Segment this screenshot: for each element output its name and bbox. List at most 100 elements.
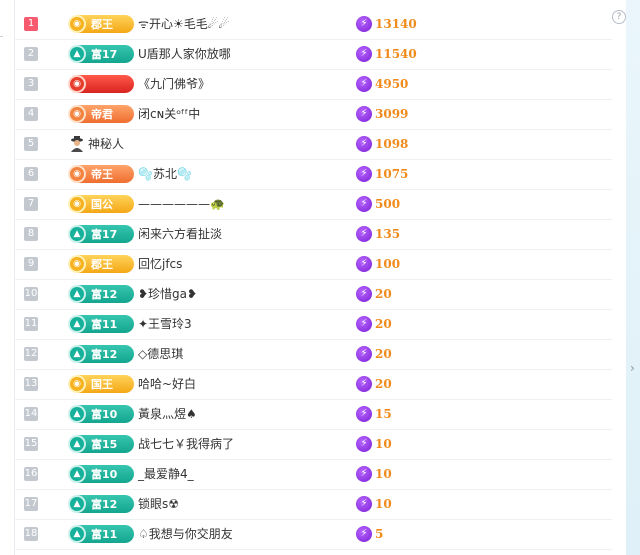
- score-value: 10: [375, 467, 392, 481]
- triangle-level-icon: ▲: [68, 405, 86, 423]
- leaderboard-row[interactable]: 6 ◉ 帝王 🫧苏北🫧 ⚡ 1075: [14, 159, 612, 190]
- help-icon[interactable]: ?: [612, 10, 626, 24]
- level-badge: ▲ 富11: [68, 315, 134, 333]
- level-badge: ▲ 富10: [68, 465, 134, 483]
- crown-level-icon: ◉: [68, 255, 86, 273]
- score-value: 13140: [375, 17, 417, 31]
- leaderboard-row[interactable]: 2 ▲ 富17 U盾那人家你放哪 ⚡ 11540: [14, 39, 612, 70]
- chevron-right-icon[interactable]: ›: [630, 362, 638, 374]
- triangle-level-icon: ▲: [68, 315, 86, 333]
- badge-label: 富12: [91, 288, 118, 301]
- badge-label: 富12: [91, 498, 118, 511]
- bolt-icon: ⚡: [356, 46, 372, 62]
- leaderboard-row[interactable]: 15 ▲ 富15 战七七￥我得病了 ⚡ 10: [14, 429, 612, 460]
- leaderboard-row[interactable]: 7 ◉ 国公 ——————🐢 ⚡ 500: [14, 189, 612, 220]
- badge-label: 帝君: [91, 108, 113, 121]
- crown-level-icon: ◉: [68, 75, 86, 93]
- crown-level-icon: ◉: [68, 195, 86, 213]
- user-name[interactable]: 锁眼s☢: [138, 489, 179, 519]
- badge-label: 富17: [91, 48, 118, 61]
- user-name[interactable]: 闭ᴄɴ关ᵒᶠᶠ中: [138, 99, 200, 129]
- badge-label: 国王: [91, 378, 113, 391]
- score: ⚡ 500: [356, 189, 400, 219]
- leaderboard-row[interactable]: 14 ▲ 富10 黃泉灬煜♠ ⚡ 15: [14, 399, 612, 430]
- leaderboard-row[interactable]: 18 ▲ 富11 ♤我想与你交朋友 ⚡ 5: [14, 519, 612, 550]
- rank-number: 14: [24, 407, 38, 421]
- user-name[interactable]: 闲来六方看扯淡: [138, 219, 222, 249]
- triangle-level-icon: ▲: [68, 345, 86, 363]
- score-value: 4950: [375, 77, 409, 91]
- bolt-icon: ⚡: [356, 316, 372, 332]
- rank-number: 11: [24, 317, 38, 331]
- score-value: 11540: [375, 47, 417, 61]
- score-value: 20: [375, 347, 392, 361]
- badge-label: 富10: [91, 408, 118, 421]
- bolt-icon: ⚡: [356, 286, 372, 302]
- rank-number: 10: [24, 287, 38, 301]
- score-value: 5: [375, 527, 384, 541]
- score: ⚡ 20: [356, 369, 392, 399]
- leaderboard-row[interactable]: 5 神秘人 ⚡ 1098: [14, 129, 612, 160]
- score-value: 500: [375, 197, 401, 211]
- right-rail: [626, 0, 640, 555]
- user-name[interactable]: U盾那人家你放哪: [138, 39, 231, 69]
- score: ⚡ 15: [356, 399, 392, 429]
- user-name[interactable]: 回忆jfcs: [138, 249, 182, 279]
- rank-number: 15: [24, 437, 38, 451]
- triangle-level-icon: ▲: [68, 225, 86, 243]
- score: ⚡ 10: [356, 429, 392, 459]
- score-value: 1075: [375, 167, 409, 181]
- user-name[interactable]: ᯤ开心☀毛毛☄☄: [138, 9, 229, 39]
- user-name[interactable]: _最爱静4_: [138, 459, 194, 489]
- leaderboard-row[interactable]: 1 ◉ 郡王 ᯤ开心☀毛毛☄☄ ⚡ 13140: [14, 9, 612, 40]
- leaderboard-row[interactable]: 4 ◉ 帝君 闭ᴄɴ关ᵒᶠᶠ中 ⚡ 3099: [14, 99, 612, 130]
- score: ⚡ 20: [356, 309, 392, 339]
- leaderboard-row[interactable]: 12 ▲ 富12 ◇德思琪 ⚡ 20: [14, 339, 612, 370]
- user-name[interactable]: 神秘人: [88, 129, 124, 159]
- level-badge: ▲ 富12: [68, 345, 134, 363]
- leaderboard-row[interactable]: 13 ◉ 国王 哈哈~好白 ⚡ 20: [14, 369, 612, 400]
- level-badge: ◉ 郡王: [68, 255, 134, 273]
- leaderboard-row[interactable]: 17 ▲ 富12 锁眼s☢ ⚡ 10: [14, 489, 612, 520]
- user-name[interactable]: 哈哈~好白: [138, 369, 196, 399]
- user-name[interactable]: ✦王雪玲3: [138, 309, 192, 339]
- user-name[interactable]: ——————🐢: [138, 189, 225, 219]
- level-badge: ◉: [68, 75, 134, 93]
- rank-number: 16: [24, 467, 38, 481]
- leaderboard-row[interactable]: 3 ◉ 《九门佛爷》 ⚡ 4950: [14, 69, 612, 100]
- user-name[interactable]: 战七七￥我得病了: [138, 429, 234, 459]
- leaderboard-row[interactable]: 8 ▲ 富17 闲来六方看扯淡 ⚡ 135: [14, 219, 612, 250]
- triangle-level-icon: ▲: [68, 45, 86, 63]
- score-value: 135: [375, 227, 401, 241]
- user-name[interactable]: 黃泉灬煜♠: [138, 399, 197, 429]
- user-name[interactable]: ❥珍惜ga❥: [138, 279, 197, 309]
- leaderboard-row[interactable]: 9 ◉ 郡王 回忆jfcs ⚡ 100: [14, 249, 612, 280]
- bolt-icon: ⚡: [356, 526, 372, 542]
- rank-number: 17: [24, 497, 38, 511]
- mystery-user-icon: [70, 136, 84, 152]
- user-name[interactable]: 《九门佛爷》: [138, 69, 210, 99]
- leaderboard-row[interactable]: 10 ▲ 富12 ❥珍惜ga❥ ⚡ 20: [14, 279, 612, 310]
- badge-label: 国公: [91, 198, 113, 211]
- level-badge: ◉ 帝君: [68, 105, 134, 123]
- rank-number: 6: [24, 167, 38, 181]
- badge-label: 郡王: [91, 18, 113, 31]
- leaderboard-row[interactable]: 16 ▲ 富10 _最爱静4_ ⚡ 10: [14, 459, 612, 490]
- leaderboard-row[interactable]: 11 ▲ 富11 ✦王雪玲3 ⚡ 20: [14, 309, 612, 340]
- left-edge-strip: [0, 0, 14, 555]
- rank-number: 12: [24, 347, 38, 361]
- score-value: 100: [375, 257, 401, 271]
- score: ⚡ 20: [356, 339, 392, 369]
- triangle-level-icon: ▲: [68, 435, 86, 453]
- badge-label: 富10: [91, 468, 118, 481]
- rank-number: 13: [24, 377, 38, 391]
- level-badge: ▲ 富17: [68, 45, 134, 63]
- level-badge: ▲ 富10: [68, 405, 134, 423]
- rank-number: 4: [24, 107, 38, 121]
- user-name[interactable]: 🫧苏北🫧: [138, 159, 192, 189]
- level-badge: ▲ 富15: [68, 435, 134, 453]
- user-name[interactable]: ◇德思琪: [138, 339, 183, 369]
- user-name[interactable]: ♤我想与你交朋友: [138, 519, 233, 549]
- crown-level-icon: ◉: [68, 165, 86, 183]
- bolt-icon: ⚡: [356, 16, 372, 32]
